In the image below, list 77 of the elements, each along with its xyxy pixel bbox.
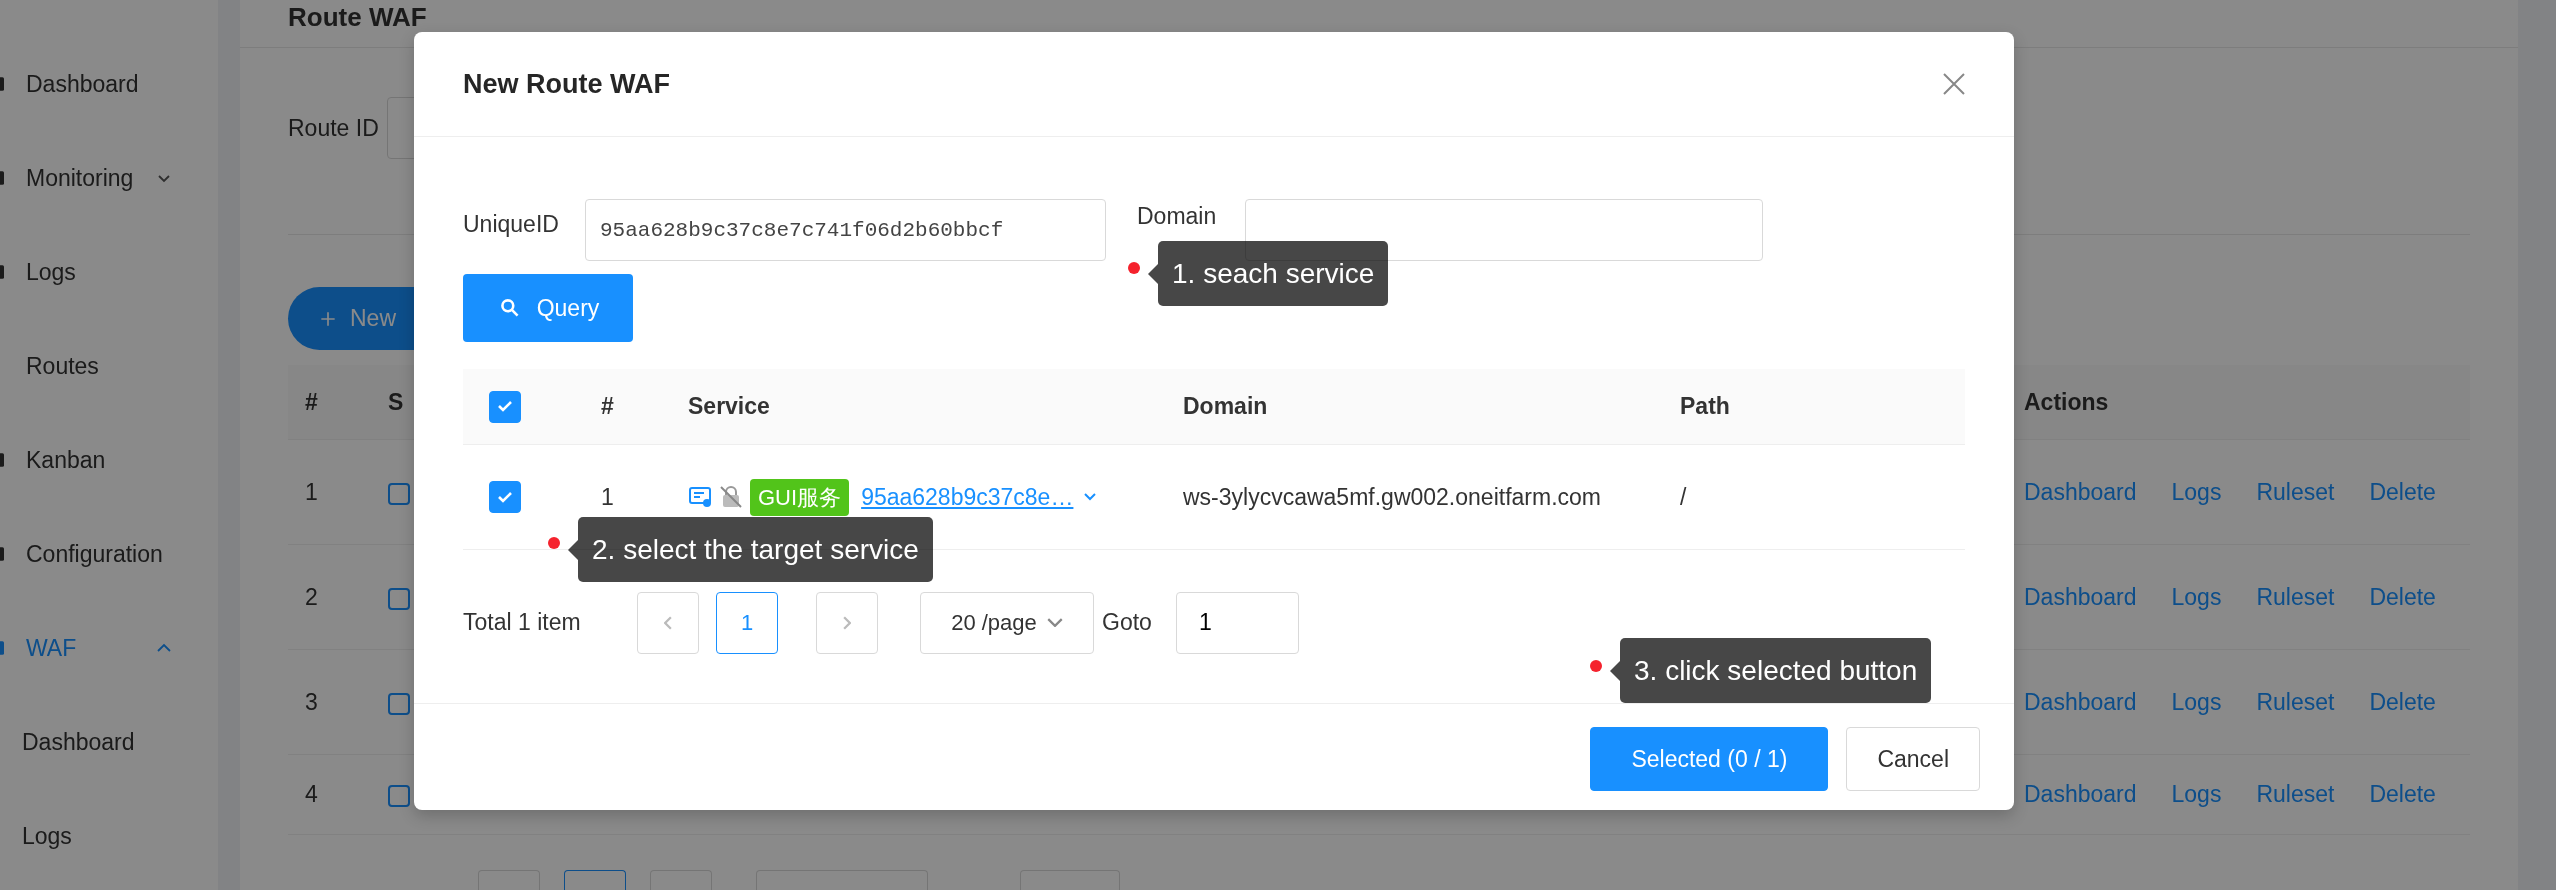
selected-button[interactable]: Selected (0 / 1) bbox=[1590, 727, 1829, 791]
table-cell-text: 1 bbox=[600, 482, 615, 512]
query-button[interactable]: Query bbox=[463, 274, 633, 342]
column-header: Domain bbox=[1182, 392, 1269, 422]
square-icon bbox=[388, 785, 410, 808]
sidebar-item[interactable]: WAF bbox=[0, 601, 218, 695]
previous-page-button[interactable] bbox=[637, 591, 699, 654]
service-link[interactable]: 95aa628b9c37c8e… bbox=[861, 479, 1074, 515]
chevron-right-icon bbox=[843, 615, 851, 630]
close-icon[interactable] bbox=[1942, 72, 1966, 96]
checkbox[interactable] bbox=[489, 481, 521, 513]
checkmark-icon bbox=[498, 401, 512, 412]
table-cell-text: 2 bbox=[304, 582, 319, 612]
lock-icon bbox=[718, 484, 744, 510]
action-link[interactable]: Logs bbox=[2171, 777, 2222, 812]
column-header: # bbox=[304, 387, 319, 417]
column-header: Path bbox=[1679, 392, 1731, 422]
certificate-icon bbox=[688, 484, 714, 510]
sidebar-item[interactable]: Logs bbox=[0, 789, 218, 883]
square-icon bbox=[388, 587, 410, 610]
action-link[interactable]: Ruleset bbox=[2256, 777, 2335, 812]
checkbox[interactable] bbox=[489, 390, 521, 423]
action-link[interactable]: Delete bbox=[2369, 684, 2436, 720]
action-link[interactable]: Dashboard bbox=[2024, 474, 2137, 510]
pagination-total: Total 1 item bbox=[463, 608, 582, 638]
action-link[interactable]: Ruleset bbox=[2256, 474, 2335, 510]
field-label: Route ID bbox=[288, 114, 379, 143]
page-button[interactable]: 1 bbox=[716, 591, 778, 654]
action-link[interactable]: Ruleset bbox=[2256, 579, 2335, 615]
table-cell-text: 1 bbox=[304, 477, 319, 507]
chevron-left-icon bbox=[664, 615, 672, 630]
action-link[interactable]: Logs bbox=[2171, 579, 2222, 615]
hotspot-dot bbox=[1128, 262, 1140, 274]
action-link[interactable]: Delete bbox=[2369, 474, 2436, 510]
sidebar-item[interactable]: Logs bbox=[0, 225, 218, 319]
page-size-select[interactable]: 20 /page bbox=[920, 591, 1094, 654]
input-field[interactable]: 95aa628b9c37c8e7c741f06d2b60bbcf bbox=[585, 199, 1106, 261]
sidebar-item[interactable]: Configuration bbox=[0, 507, 218, 601]
tooltip: 2. select the target service bbox=[568, 517, 933, 582]
action-link[interactable]: Dashboard bbox=[2024, 579, 2137, 615]
sidebar-item[interactable]: Dashboard bbox=[0, 695, 218, 789]
hotspot-dot bbox=[1590, 660, 1602, 672]
input-field[interactable]: 1 bbox=[1175, 591, 1299, 654]
hotspot-dot bbox=[548, 537, 560, 549]
next-page-button[interactable] bbox=[816, 591, 878, 654]
square-icon bbox=[388, 692, 410, 715]
chevron-down-icon bbox=[1046, 618, 1063, 627]
action-link[interactable]: Dashboard bbox=[2024, 684, 2137, 720]
table-cell-text: 3 bbox=[304, 687, 319, 717]
sidebar-item[interactable]: Monitoring bbox=[0, 131, 218, 225]
column-header: Service bbox=[687, 392, 771, 422]
column-header: # bbox=[600, 392, 615, 422]
sidebar-item[interactable]: Routes bbox=[0, 319, 218, 413]
field-label: Goto bbox=[1102, 608, 1152, 638]
action-link[interactable]: Dashboard bbox=[2024, 777, 2137, 812]
action-link[interactable]: Logs bbox=[2171, 474, 2222, 510]
action-link[interactable]: Logs bbox=[2171, 684, 2222, 720]
sidebar-item[interactable]: Dashboard bbox=[0, 37, 218, 131]
pagination-button[interactable] bbox=[564, 870, 626, 890]
sidebar-item[interactable]: Kanban bbox=[0, 413, 218, 507]
action-link[interactable]: Delete bbox=[2369, 777, 2436, 812]
column-header: S bbox=[388, 388, 404, 415]
square-icon bbox=[388, 482, 410, 505]
checkmark-icon bbox=[498, 491, 512, 503]
dialog-title: New Route WAF bbox=[463, 67, 670, 101]
tooltip: 3. click selected button bbox=[1610, 638, 1932, 703]
service-tag: GUI服务 bbox=[750, 478, 850, 516]
table-cell-text: ws-3ylycvcawa5mf.gw002.oneitfarm.com bbox=[1182, 482, 1602, 512]
table-cell-text: 4 bbox=[304, 780, 319, 810]
cancel-button[interactable]: Cancel bbox=[1846, 727, 1980, 791]
action-link[interactable]: Delete bbox=[2369, 579, 2436, 615]
field-label: Domain bbox=[1137, 202, 1218, 231]
column-header: Actions bbox=[2023, 387, 2110, 417]
table-cell-text: / bbox=[1679, 482, 1688, 512]
field-label: UniqueID bbox=[463, 210, 560, 239]
action-link[interactable]: Ruleset bbox=[2256, 684, 2335, 720]
tooltip: 1. seach service bbox=[1148, 241, 1389, 306]
